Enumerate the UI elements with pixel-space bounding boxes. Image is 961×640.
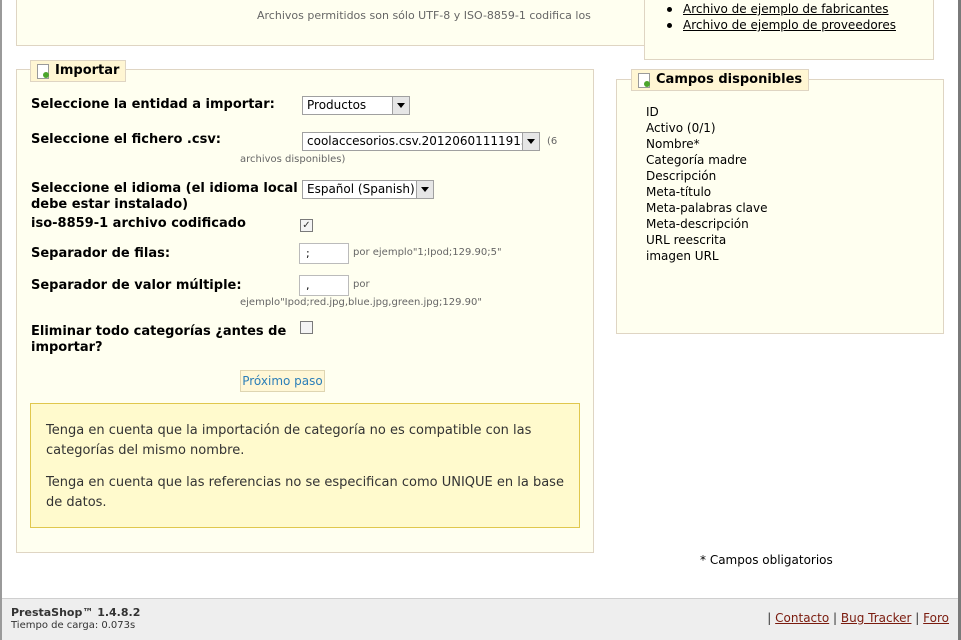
sample-files-fieldset: Archivo de ejemplo de fabricantes Archiv… bbox=[644, 0, 934, 60]
footer-separator: | bbox=[833, 611, 838, 625]
import-legend-label: Importar bbox=[55, 63, 120, 78]
warning-box: Tenga en cuenta que la importación de ca… bbox=[30, 403, 580, 528]
language-label-line2: debe estar instalado) bbox=[31, 197, 189, 212]
row-separator-label: Separador de filas: bbox=[31, 246, 171, 261]
import-icon bbox=[37, 64, 49, 79]
row-separator-input[interactable]: ; bbox=[299, 243, 349, 264]
footer-separator: | bbox=[767, 611, 772, 625]
entity-label: Seleccione la entidad a importar: bbox=[31, 97, 275, 112]
available-fields-legend-label: Campos disponibles bbox=[656, 72, 803, 87]
list-item: ID bbox=[646, 105, 659, 119]
file-label: Seleccione el fichero .csv: bbox=[31, 132, 221, 147]
upload-fieldset: Archivos permitidos son sólo UTF-8 y ISO… bbox=[16, 0, 645, 46]
encoding-note: Archivos permitidos son sólo UTF-8 y ISO… bbox=[257, 9, 591, 22]
language-select[interactable]: Español (Spanish) bbox=[302, 180, 434, 199]
list-item: Meta-descripción bbox=[646, 217, 749, 231]
warning-category-names: Tenga en cuenta que la importación de ca… bbox=[46, 423, 532, 458]
sample-link-manufacturers[interactable]: Archivo de ejemplo de fabricantes bbox=[683, 2, 889, 16]
iso-checkbox[interactable]: ✓ bbox=[300, 219, 313, 232]
sample-files-list: Archivo de ejemplo de fabricantes Archiv… bbox=[667, 1, 896, 33]
chevron-down-icon bbox=[392, 97, 409, 114]
footer-links: | Contacto | Bug Tracker | Foro bbox=[767, 611, 949, 625]
language-select-value: Español (Spanish) bbox=[307, 182, 415, 196]
delete-label-line2: importar? bbox=[31, 340, 103, 355]
file-select-value: coolaccesorios.csv.20120601111913 bbox=[307, 134, 529, 148]
footer-separator: | bbox=[915, 611, 920, 625]
chevron-down-icon bbox=[522, 133, 539, 150]
multi-separator-input[interactable]: , bbox=[299, 275, 349, 296]
next-step-button[interactable]: Próximo paso bbox=[240, 370, 325, 392]
files-count-tail: archivos disponibles) bbox=[240, 154, 346, 165]
file-select[interactable]: coolaccesorios.csv.20120601111913 bbox=[302, 132, 540, 151]
footer-link-forum[interactable]: Foro bbox=[923, 611, 949, 625]
warning-unique-references: Tenga en cuenta que las referencias no s… bbox=[46, 475, 564, 510]
sample-link-suppliers[interactable]: Archivo de ejemplo de proveedores bbox=[683, 18, 896, 32]
footer-link-contact[interactable]: Contacto bbox=[775, 611, 829, 625]
files-count: (6 bbox=[547, 136, 558, 147]
required-fields-note: * Campos obligatorios bbox=[700, 553, 833, 567]
list-item: Meta-título bbox=[646, 185, 712, 199]
row-separator-example: por ejemplo"1;Ipod;129.90;5" bbox=[353, 247, 502, 258]
available-fields-list: ID Activo (0/1) Nombre* Categoría madre … bbox=[646, 104, 768, 264]
list-item: Archivo de ejemplo de fabricantes bbox=[667, 1, 896, 17]
delete-categories-checkbox[interactable] bbox=[300, 321, 313, 334]
footer-link-bug-tracker[interactable]: Bug Tracker bbox=[841, 611, 912, 625]
language-label-line1: Seleccione el idioma (el idioma local bbox=[31, 181, 298, 196]
list-item: Descripción bbox=[646, 169, 717, 183]
list-item: Archivo de ejemplo de proveedores bbox=[667, 17, 896, 33]
window-left-border bbox=[0, 0, 2, 640]
footer: PrestaShop™ 1.4.8.2 Tiempo de carga: 0.0… bbox=[2, 598, 958, 640]
chevron-down-icon bbox=[416, 181, 433, 198]
list-item: URL reescrita bbox=[646, 233, 727, 247]
delete-label-line1: Eliminar todo categorías ¿antes de bbox=[31, 324, 287, 339]
import-legend: Importar bbox=[30, 60, 127, 82]
entity-select[interactable]: Productos bbox=[302, 96, 410, 115]
list-item: imagen URL bbox=[646, 249, 719, 263]
list-item: Nombre* bbox=[646, 137, 700, 151]
entity-select-value: Productos bbox=[307, 98, 367, 112]
iso-label: iso-8859-1 archivo codificado bbox=[31, 216, 246, 231]
list-item: Activo (0/1) bbox=[646, 121, 716, 135]
footer-brand: PrestaShop™ 1.4.8.2 bbox=[11, 606, 141, 619]
available-fields-legend: Campos disponibles bbox=[631, 69, 810, 91]
multi-separator-example: ejemplo"Ipod;red.jpg,blue.jpg,green.jpg;… bbox=[240, 297, 482, 308]
multi-separator-por: por bbox=[353, 279, 370, 290]
list-item: Categoría madre bbox=[646, 153, 747, 167]
list-item: Meta-palabras clave bbox=[646, 201, 768, 215]
fields-icon bbox=[638, 73, 650, 88]
footer-load-time: Tiempo de carga: 0.073s bbox=[11, 620, 136, 631]
multi-separator-label: Separador de valor múltiple: bbox=[31, 278, 242, 293]
